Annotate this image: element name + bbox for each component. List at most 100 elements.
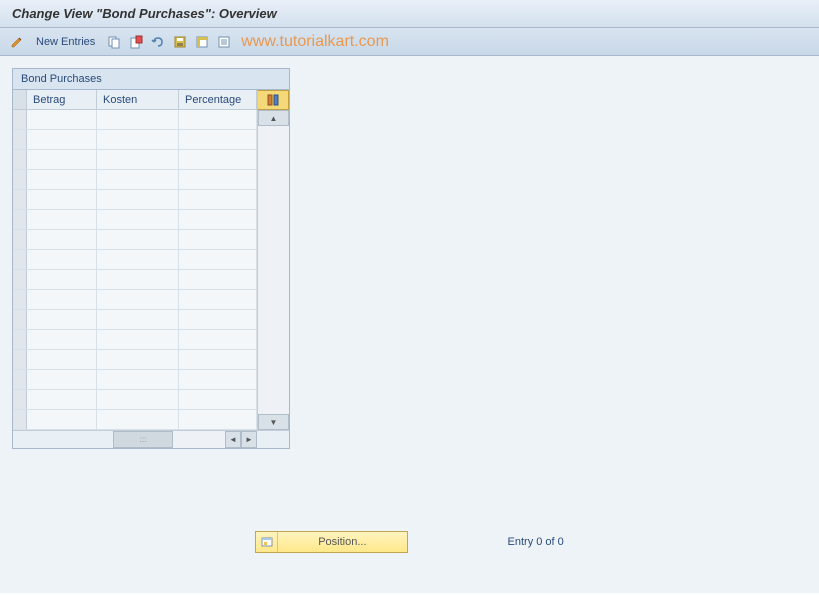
cell-betrag[interactable]: [27, 170, 97, 189]
table-row[interactable]: [13, 410, 257, 430]
cell-kosten[interactable]: [97, 410, 179, 429]
cell-kosten[interactable]: [97, 210, 179, 229]
scroll-down-icon[interactable]: ▼: [258, 414, 289, 430]
deselect-icon[interactable]: [215, 33, 233, 51]
cell-percentage[interactable]: [179, 270, 257, 289]
table-row[interactable]: [13, 330, 257, 350]
scroll-up-icon[interactable]: ▲: [258, 110, 289, 126]
cell-betrag[interactable]: [27, 370, 97, 389]
cell-kosten[interactable]: [97, 370, 179, 389]
cell-kosten[interactable]: [97, 190, 179, 209]
row-selector[interactable]: [13, 250, 27, 269]
row-selector[interactable]: [13, 390, 27, 409]
column-header-betrag[interactable]: Betrag: [27, 90, 97, 109]
cell-percentage[interactable]: [179, 230, 257, 249]
table-row[interactable]: [13, 350, 257, 370]
cell-kosten[interactable]: [97, 130, 179, 149]
cell-kosten[interactable]: [97, 350, 179, 369]
table-row[interactable]: [13, 170, 257, 190]
column-header-percentage[interactable]: Percentage: [179, 90, 257, 109]
cell-kosten[interactable]: [97, 150, 179, 169]
row-selector[interactable]: [13, 310, 27, 329]
row-selector[interactable]: [13, 150, 27, 169]
row-selector[interactable]: [13, 110, 27, 129]
scroll-right-icon[interactable]: ►: [241, 431, 257, 448]
cell-betrag[interactable]: [27, 290, 97, 309]
copy-icon[interactable]: [105, 33, 123, 51]
cell-betrag[interactable]: [27, 270, 97, 289]
row-selector[interactable]: [13, 370, 27, 389]
cell-percentage[interactable]: [179, 370, 257, 389]
cell-betrag[interactable]: [27, 330, 97, 349]
row-selector[interactable]: [13, 330, 27, 349]
table-row[interactable]: [13, 390, 257, 410]
row-selector-header[interactable]: [13, 90, 27, 109]
table-row[interactable]: [13, 210, 257, 230]
vertical-scrollbar[interactable]: ▲ ▼: [257, 110, 289, 430]
cell-betrag[interactable]: [27, 230, 97, 249]
cell-percentage[interactable]: [179, 250, 257, 269]
cell-betrag[interactable]: [27, 130, 97, 149]
cell-kosten[interactable]: [97, 290, 179, 309]
cell-percentage[interactable]: [179, 150, 257, 169]
cell-percentage[interactable]: [179, 170, 257, 189]
table-row[interactable]: [13, 190, 257, 210]
cell-betrag[interactable]: [27, 210, 97, 229]
cell-kosten[interactable]: [97, 250, 179, 269]
row-selector[interactable]: [13, 210, 27, 229]
new-entries-button[interactable]: New Entries: [36, 36, 95, 48]
save-icon[interactable]: [171, 33, 189, 51]
table-row[interactable]: [13, 110, 257, 130]
cell-kosten[interactable]: [97, 170, 179, 189]
row-selector[interactable]: [13, 410, 27, 429]
cell-percentage[interactable]: [179, 390, 257, 409]
table-row[interactable]: [13, 370, 257, 390]
row-selector[interactable]: [13, 190, 27, 209]
cell-kosten[interactable]: [97, 110, 179, 129]
cell-betrag[interactable]: [27, 110, 97, 129]
cell-betrag[interactable]: [27, 410, 97, 429]
row-selector[interactable]: [13, 130, 27, 149]
cell-percentage[interactable]: [179, 110, 257, 129]
table-row[interactable]: [13, 150, 257, 170]
cell-kosten[interactable]: [97, 230, 179, 249]
cell-betrag[interactable]: [27, 250, 97, 269]
cell-percentage[interactable]: [179, 290, 257, 309]
cell-kosten[interactable]: [97, 390, 179, 409]
delete-icon[interactable]: [127, 33, 145, 51]
row-selector[interactable]: [13, 230, 27, 249]
row-selector[interactable]: [13, 170, 27, 189]
cell-percentage[interactable]: [179, 190, 257, 209]
cell-kosten[interactable]: [97, 270, 179, 289]
table-row[interactable]: [13, 250, 257, 270]
column-header-kosten[interactable]: Kosten: [97, 90, 179, 109]
cell-percentage[interactable]: [179, 350, 257, 369]
row-selector[interactable]: [13, 270, 27, 289]
scroll-left-icon[interactable]: ◄: [225, 431, 241, 448]
undo-icon[interactable]: [149, 33, 167, 51]
table-row[interactable]: [13, 310, 257, 330]
cell-kosten[interactable]: [97, 330, 179, 349]
table-row[interactable]: [13, 130, 257, 150]
hscroll-thumb[interactable]: :::: [113, 431, 173, 448]
cell-percentage[interactable]: [179, 130, 257, 149]
cell-betrag[interactable]: [27, 350, 97, 369]
cell-percentage[interactable]: [179, 310, 257, 329]
cell-betrag[interactable]: [27, 310, 97, 329]
cell-percentage[interactable]: [179, 210, 257, 229]
cell-percentage[interactable]: [179, 330, 257, 349]
cell-kosten[interactable]: [97, 310, 179, 329]
table-settings-icon[interactable]: [257, 90, 289, 110]
cell-betrag[interactable]: [27, 150, 97, 169]
table-row[interactable]: [13, 230, 257, 250]
cell-percentage[interactable]: [179, 410, 257, 429]
cell-betrag[interactable]: [27, 390, 97, 409]
row-selector[interactable]: [13, 290, 27, 309]
select-all-icon[interactable]: [193, 33, 211, 51]
cell-betrag[interactable]: [27, 190, 97, 209]
position-button[interactable]: Position...: [255, 531, 407, 553]
table-row[interactable]: [13, 270, 257, 290]
scroll-track[interactable]: [258, 126, 289, 414]
table-row[interactable]: [13, 290, 257, 310]
horizontal-scrollbar[interactable]: ::: ◄ ►: [13, 430, 289, 448]
